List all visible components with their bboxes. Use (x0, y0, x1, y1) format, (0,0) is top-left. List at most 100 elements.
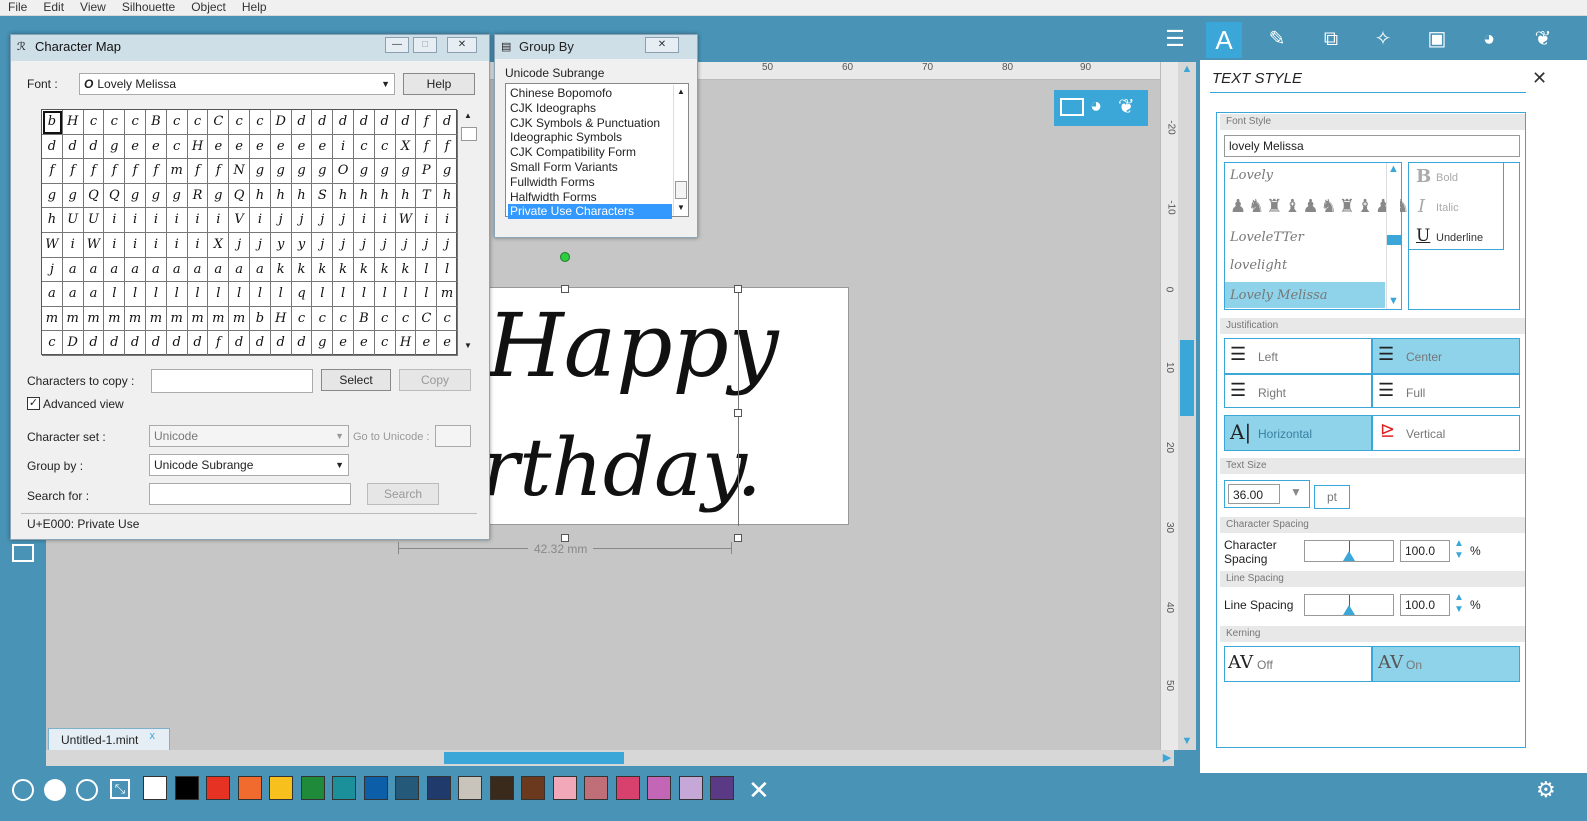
glyph-cell[interactable]: l (374, 282, 396, 307)
glyph-cell[interactable]: e (437, 331, 458, 356)
glyph-cell[interactable]: l (312, 282, 334, 307)
slider-thumb[interactable] (1343, 605, 1355, 615)
text-object[interactable]: Happy rthday. (481, 287, 849, 525)
subrange-item[interactable]: Halfwidth Forms (508, 190, 672, 205)
menu-view[interactable]: View (72, 0, 114, 15)
glyph-cell[interactable]: a (187, 257, 209, 283)
glyph-cell[interactable]: m (62, 306, 84, 332)
document-tab[interactable]: Untitled-1.mint x (48, 728, 170, 750)
glyph-cell[interactable]: g (374, 159, 396, 184)
glyph-cell[interactable]: i (166, 233, 188, 258)
glyph-cell[interactable]: d (333, 110, 354, 135)
fill-none-icon[interactable] (12, 779, 34, 801)
glyph-cell[interactable]: c (83, 110, 105, 135)
glyph-cell[interactable]: c (374, 306, 396, 332)
glyph-cell[interactable]: h (291, 183, 313, 209)
glyph-cell[interactable]: e (291, 134, 313, 160)
glyph-cell[interactable]: i (250, 208, 271, 233)
glyph-cell[interactable]: d (312, 110, 334, 135)
glyph-cell[interactable]: j (333, 233, 354, 258)
help-button[interactable]: Help (403, 73, 475, 95)
justify-right-button[interactable] (1224, 374, 1372, 408)
glyph-cell[interactable]: l (166, 282, 188, 307)
color-swatch[interactable] (363, 776, 388, 800)
glyph-cell[interactable]: d (291, 331, 313, 356)
glyph-cell[interactable]: H (270, 306, 292, 332)
subrange-item[interactable]: CJK Symbols & Punctuation (508, 116, 672, 131)
glyph-cell[interactable]: g (270, 159, 292, 184)
glyph-cell[interactable]: g (208, 183, 230, 209)
glyph-cell[interactable]: f (125, 159, 146, 184)
glyph-cell[interactable]: i (125, 233, 146, 258)
glyph-cell[interactable]: m (83, 306, 105, 332)
char-spacing-slider[interactable] (1304, 540, 1394, 562)
menu-icon[interactable]: ☰ (1160, 24, 1190, 54)
glyph-cell[interactable]: b (250, 306, 271, 332)
glyph-cell[interactable]: m (125, 306, 146, 332)
font-name-input[interactable]: lovely Melissa (1224, 135, 1520, 157)
font-select[interactable]: O Lovely Melissa ▼ (79, 73, 395, 95)
glyph-cell[interactable]: j (374, 233, 396, 258)
glyph-cell[interactable]: m (187, 306, 209, 332)
panels-icon[interactable] (12, 544, 34, 562)
scroll-up-icon[interactable]: ▲ (1388, 163, 1399, 175)
glyph-cell[interactable]: N (229, 159, 250, 184)
glyph-cell[interactable]: d (291, 110, 313, 135)
minimize-button[interactable]: — (385, 37, 409, 53)
bold-icon[interactable]: B (1416, 166, 1431, 187)
maximize-button[interactable]: □ (413, 37, 437, 53)
scroll-up-icon[interactable]: ▲ (464, 111, 472, 120)
font-scroll-thumb[interactable] (1387, 235, 1401, 245)
scroll-down-icon[interactable]: ▼ (677, 203, 685, 212)
glyph-cell[interactable]: m (146, 306, 167, 332)
glyph-cell[interactable]: e (125, 134, 146, 160)
text-size-unit[interactable]: pt (1314, 485, 1350, 509)
glyph-cell[interactable]: m (104, 306, 126, 332)
glyph-cell[interactable]: i (166, 208, 188, 233)
color-swatch[interactable] (615, 776, 640, 800)
char-spacing-input[interactable]: 100.0 (1400, 540, 1450, 562)
glyph-cell[interactable]: f (208, 331, 230, 356)
justify-full-button[interactable] (1372, 374, 1520, 408)
glyph-cell[interactable]: j (312, 233, 334, 258)
glyph-cell[interactable]: j (42, 257, 63, 283)
color-swatch[interactable] (174, 776, 199, 800)
glyph-cell[interactable]: c (187, 110, 209, 135)
glyph-cell[interactable]: f (104, 159, 126, 184)
color-swatch[interactable] (710, 776, 734, 800)
glyph-cell[interactable]: d (187, 331, 209, 356)
menu-help[interactable]: Help (234, 0, 275, 15)
line-spacing-slider[interactable] (1304, 594, 1394, 616)
glyph-cell[interactable]: X (208, 233, 230, 258)
glyph-cell[interactable]: c (354, 134, 375, 160)
text-size-dropdown-icon[interactable]: ▼ (1290, 485, 1302, 499)
glyph-cell[interactable]: i (146, 208, 167, 233)
color-swatch[interactable] (269, 776, 293, 800)
glyph-cell[interactable]: c (395, 306, 417, 332)
glyph-cell[interactable]: k (291, 257, 313, 283)
advanced-view-checkbox[interactable]: ✓ (27, 397, 40, 410)
line-icon[interactable] (76, 779, 98, 801)
group-by-titlebar[interactable]: ▤ Group By ✕ (495, 35, 697, 59)
vertical-scroll-thumb[interactable] (1180, 340, 1194, 416)
glyph-cell[interactable]: l (146, 282, 167, 307)
glyph-cell[interactable]: d (166, 331, 188, 356)
glyph-cell[interactable]: c (437, 306, 458, 332)
glyph-cell[interactable]: i (146, 233, 167, 258)
color-swatch[interactable] (584, 776, 608, 800)
glyph-cell[interactable]: i (416, 208, 438, 233)
glyph-cell[interactable]: g (395, 159, 417, 184)
glyph-cell[interactable]: H (62, 110, 84, 135)
glyph-cell[interactable]: g (104, 134, 126, 160)
glyph-cell[interactable]: l (437, 257, 458, 283)
glyph-cell[interactable]: e (312, 134, 334, 160)
close-button[interactable]: ✕ (447, 37, 477, 53)
glyph-cell[interactable]: g (62, 183, 84, 209)
resize-handle[interactable] (734, 534, 742, 542)
glyph-cell[interactable]: Q (229, 183, 250, 209)
send-icon[interactable]: ▣ (1422, 24, 1452, 54)
horizontal-scroll-thumb[interactable] (444, 752, 624, 764)
glyph-cell[interactable]: l (187, 282, 209, 307)
glyph-cell[interactable]: y (291, 233, 313, 258)
settings-gear-icon[interactable]: ⚙ (1536, 777, 1556, 803)
